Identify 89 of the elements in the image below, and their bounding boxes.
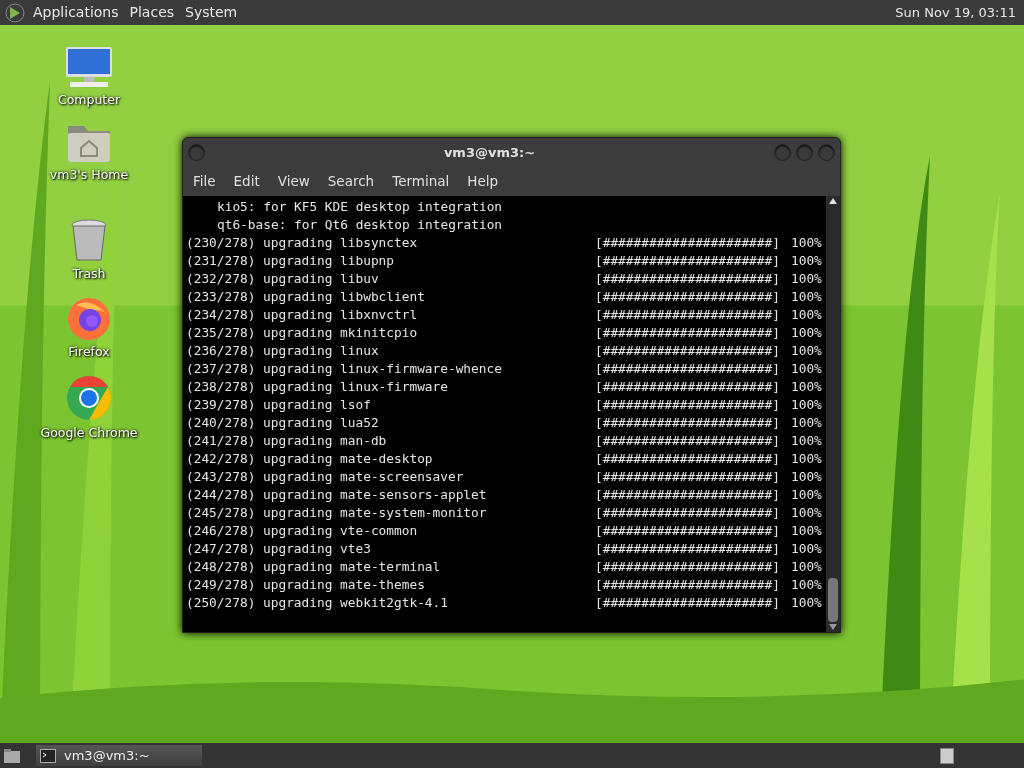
progress-text: [######################] — [595, 504, 781, 522]
terminal-line: (248/278) upgrading mate-terminal — [186, 558, 442, 576]
percent-text: 100% — [791, 450, 822, 468]
progress-text: [######################] — [595, 324, 781, 342]
terminal-line: (236/278) upgrading linux — [186, 342, 380, 360]
show-desktop-icon[interactable] — [3, 747, 21, 764]
firefox-icon — [66, 295, 112, 342]
workspace-switcher[interactable] — [940, 747, 954, 764]
percent-text: 100% — [791, 594, 822, 612]
panel-menu[interactable]: System — [181, 2, 242, 23]
trash-icon — [70, 218, 108, 263]
progress-text: [######################] — [595, 288, 781, 306]
chrome-icon — [65, 374, 113, 422]
terminal-line: (233/278) upgrading libwbclient — [186, 288, 426, 306]
menu-item[interactable]: Terminal — [386, 171, 456, 192]
terminal-line: (231/278) upgrading libupnp — [186, 252, 396, 270]
progress-text: [######################] — [595, 252, 781, 270]
percent-text: 100% — [791, 324, 822, 342]
scrollbar-thumb[interactable] — [828, 578, 838, 622]
terminal-line: (230/278) upgrading libsynctex — [186, 234, 419, 252]
percent-text: 100% — [791, 522, 822, 540]
progress-text: [######################] — [595, 432, 781, 450]
panel-menu[interactable]: Applications — [29, 2, 123, 23]
progress-text: [######################] — [595, 414, 781, 432]
terminal-icon — [40, 748, 56, 763]
progress-text: [######################] — [595, 576, 781, 594]
percent-text: 100% — [791, 468, 822, 486]
terminal-line: (249/278) upgrading mate-themes — [186, 576, 426, 594]
scroll-down-icon[interactable] — [829, 624, 837, 630]
percent-text: 100% — [791, 432, 822, 450]
progress-text: [######################] — [595, 522, 781, 540]
percent-text: 100% — [791, 576, 822, 594]
terminal-line: (240/278) upgrading lua52 — [186, 414, 380, 432]
menu-item[interactable]: View — [271, 171, 316, 192]
terminal-line: (234/278) upgrading libxnvctrl — [186, 306, 419, 324]
percent-text: 100% — [791, 540, 822, 558]
terminal-line: (235/278) upgrading mkinitcpio — [186, 324, 419, 342]
terminal-line: (232/278) upgrading libuv — [186, 270, 380, 288]
terminal-line: (250/278) upgrading webkit2gtk-4.1 — [186, 594, 449, 612]
percent-text: 100% — [791, 234, 822, 252]
percent-text: 100% — [791, 306, 822, 324]
terminal-line: (245/278) upgrading mate-system-monitor — [186, 504, 488, 522]
terminal-line: (246/278) upgrading vte-common — [186, 522, 419, 540]
progress-text: [######################] — [595, 486, 781, 504]
menu-item[interactable]: Search — [321, 171, 381, 192]
terminal-line: (244/278) upgrading mate-sensors-applet — [186, 486, 488, 504]
percent-text: 100% — [791, 396, 822, 414]
percent-text: 100% — [791, 252, 822, 270]
percent-text: 100% — [791, 342, 822, 360]
percent-text: 100% — [791, 414, 822, 432]
progress-text: [######################] — [595, 360, 781, 378]
terminal-line: kio5: for KF5 KDE desktop integration — [216, 198, 503, 216]
taskbar-button[interactable]: vm3@vm3:~ — [36, 745, 202, 766]
percent-text: 100% — [791, 288, 822, 306]
terminal-line: (239/278) upgrading lsof — [186, 396, 372, 414]
percent-text: 100% — [791, 486, 822, 504]
terminal-line: (237/278) upgrading linux-firmware-whence — [186, 360, 503, 378]
panel-menu[interactable]: Places — [125, 2, 179, 23]
terminal-line: (247/278) upgrading vte3 — [186, 540, 372, 558]
progress-text: [######################] — [595, 306, 781, 324]
progress-text: [######################] — [595, 378, 781, 396]
menu-logo-icon[interactable] — [4, 1, 26, 24]
window-title: vm3@vm3:~ — [442, 143, 537, 162]
progress-text: [######################] — [595, 396, 781, 414]
progress-text: [######################] — [595, 594, 781, 612]
progress-text: [######################] — [595, 234, 781, 252]
terminal-line: (242/278) upgrading mate-desktop — [186, 450, 434, 468]
scrollbar[interactable] — [826, 196, 840, 632]
menu-item[interactable]: File — [187, 171, 222, 192]
progress-text: [######################] — [595, 270, 781, 288]
terminal-line: (241/278) upgrading man-db — [186, 432, 388, 450]
percent-text: 100% — [791, 558, 822, 576]
progress-text: [######################] — [595, 342, 781, 360]
terminal-line: qt6-base: for Qt6 desktop integration — [216, 216, 503, 234]
percent-text: 100% — [791, 504, 822, 522]
progress-text: [######################] — [595, 450, 781, 468]
percent-text: 100% — [791, 360, 822, 378]
menu-item[interactable]: Help — [461, 171, 505, 192]
terminal-line: (238/278) upgrading linux-firmware — [186, 378, 449, 396]
progress-text: [######################] — [595, 468, 781, 486]
monitor-icon — [64, 45, 114, 89]
progress-text: [######################] — [595, 540, 781, 558]
scroll-up-icon[interactable] — [829, 198, 837, 204]
progress-text: [######################] — [595, 558, 781, 576]
menu-item[interactable]: Edit — [227, 171, 266, 192]
clock[interactable]: Sun Nov 19, 03:11 — [895, 2, 1020, 23]
percent-text: 100% — [791, 270, 822, 288]
terminal-line: (243/278) upgrading mate-screensaver — [186, 468, 465, 486]
percent-text: 100% — [791, 378, 822, 396]
